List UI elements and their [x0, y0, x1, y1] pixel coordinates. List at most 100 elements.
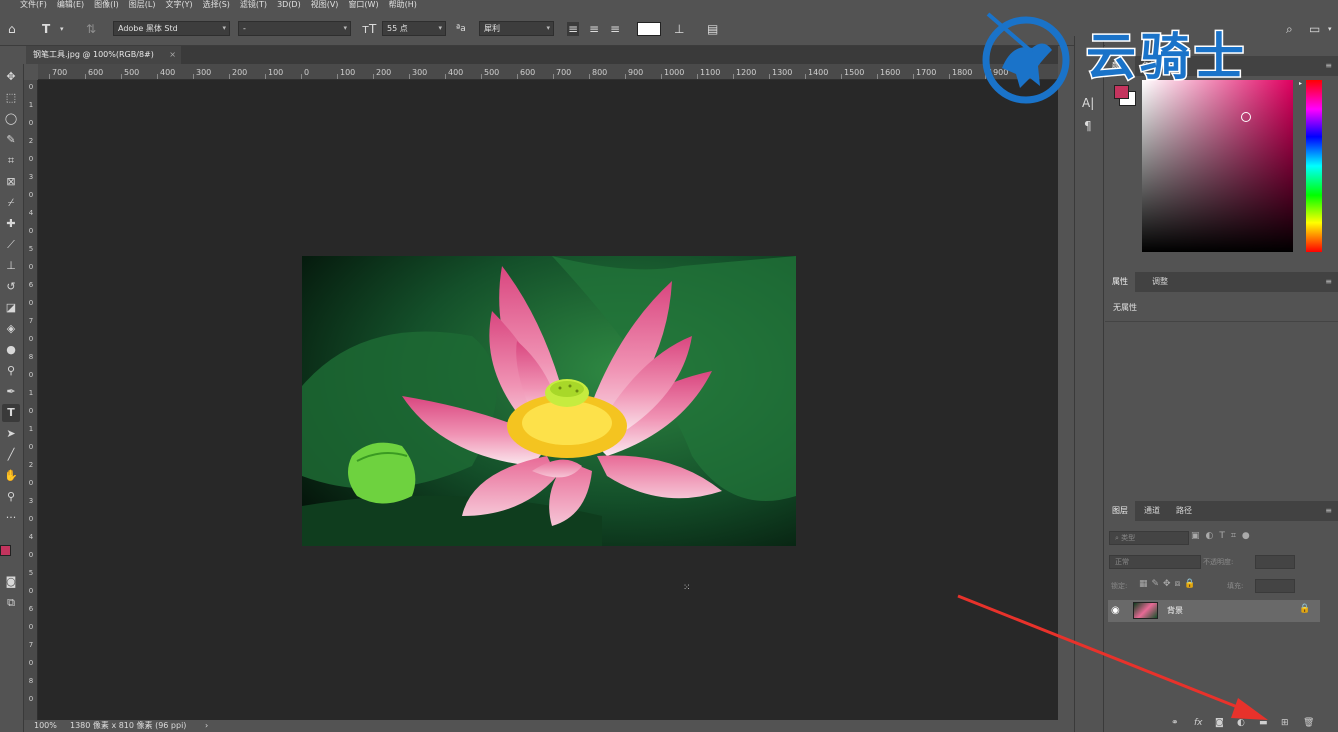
menu-layer[interactable]: 图层(L)	[129, 0, 156, 10]
ruler-v-tick-label: 0	[28, 335, 34, 343]
history-brush-tool-icon[interactable]: ↺	[2, 278, 20, 296]
close-icon[interactable]: ×	[169, 46, 176, 63]
blur-tool-icon[interactable]: ●	[2, 341, 20, 359]
screen-mode-icon[interactable]: ⧉	[2, 594, 20, 612]
workspace-chevron-icon[interactable]: ▾	[1328, 22, 1332, 36]
ruler-h-tick-mark	[769, 74, 770, 79]
align-right-icon[interactable]: ≡	[610, 22, 620, 36]
hue-slider-handle-icon[interactable]: ▸	[1299, 80, 1302, 87]
menu-view[interactable]: 视图(V)	[311, 0, 339, 10]
ruler-v-tick-label: 0	[28, 623, 34, 631]
ruler-v-tick-label: 0	[28, 155, 34, 163]
line-tool-icon[interactable]: ╱	[2, 446, 20, 464]
paragraph-icon[interactable]: ¶	[1084, 119, 1092, 133]
warp-text-icon[interactable]: ⊥	[674, 22, 684, 36]
menu-image[interactable]: 图像(I)	[94, 0, 119, 10]
type-tool-icon[interactable]: T	[42, 22, 50, 36]
layer-filter-icons[interactable]: ▣◐T⌗●	[1191, 531, 1256, 541]
menu-filter[interactable]: 滤镜(T)	[240, 0, 267, 10]
tool-preset-chevron-icon[interactable]: ▾	[60, 22, 64, 36]
lasso-tool-icon[interactable]: ◯	[2, 110, 20, 128]
menu-3d[interactable]: 3D(D)	[277, 0, 301, 10]
ruler-h-tick-mark	[913, 74, 914, 79]
tab-channels[interactable]: 通道	[1137, 501, 1167, 521]
font-size-select[interactable]: 55 点 ▾	[382, 21, 446, 36]
type-tool-icon[interactable]: T	[2, 404, 20, 422]
path-selection-tool-icon[interactable]: ➤	[2, 425, 20, 443]
pen-tool-icon[interactable]: ✒	[2, 383, 20, 401]
quick-mask-icon[interactable]: ◙	[2, 573, 20, 591]
menu-type[interactable]: 文字(Y)	[165, 0, 192, 10]
document-info: 1380 像素 x 810 像素 (96 ppi)	[70, 721, 187, 730]
ruler-v-tick-label: 5	[28, 569, 34, 577]
align-left-icon[interactable]: ≡	[567, 22, 580, 36]
align-center-icon[interactable]: ≡	[589, 22, 599, 36]
ruler-h-tick-label: 1700	[916, 68, 937, 77]
lock-icons[interactable]: ▦✎✥⧈🔒	[1139, 579, 1200, 589]
zoom-tool-icon[interactable]: ⚲	[2, 488, 20, 506]
opacity-field[interactable]	[1255, 555, 1295, 569]
text-color-swatch[interactable]	[637, 22, 661, 36]
layer-filter-select[interactable]: ⌕ 类型	[1109, 531, 1189, 545]
hue-slider[interactable]	[1306, 80, 1322, 252]
frame-tool-icon[interactable]: ⊠	[2, 173, 20, 191]
ruler-h-tick-label: 100	[268, 68, 284, 77]
quick-select-tool-icon[interactable]: ✎	[2, 131, 20, 149]
tools-panel: ✥ ⬚ ◯ ✎ ⌗ ⊠ ⌿ ✚ ⟋ ⊥ ↺ ◪ ◈ ● ⚲ ✒ T ➤ ╱ ✋ …	[0, 64, 24, 732]
zoom-level[interactable]: 100%	[34, 720, 57, 732]
delete-layer-icon[interactable]: 🗑	[1303, 718, 1314, 728]
blend-mode-select[interactable]: 正常	[1109, 555, 1201, 569]
ruler-v-tick-label: 1	[28, 389, 34, 397]
menu-file[interactable]: 文件(F)	[20, 0, 47, 10]
font-family-select[interactable]: Adobe 黑体 Std ▾	[113, 21, 230, 36]
font-style-select[interactable]: - ▾	[238, 21, 351, 36]
lock-icon[interactable]: 🔒	[1299, 604, 1310, 614]
eraser-tool-icon[interactable]: ◪	[2, 299, 20, 317]
marquee-tool-icon[interactable]: ⬚	[2, 89, 20, 107]
dodge-tool-icon[interactable]: ⚲	[2, 362, 20, 380]
ruler-h-tick-label: 300	[196, 68, 212, 77]
ruler-v-tick-label: 7	[28, 641, 34, 649]
foreground-color-swatch[interactable]	[0, 545, 11, 556]
ruler-v-tick-label: 2	[28, 461, 34, 469]
brush-tool-icon[interactable]: ⟋	[2, 236, 20, 254]
menu-edit[interactable]: 编辑(E)	[57, 0, 84, 10]
panel-menu-icon[interactable]: ≡	[1325, 56, 1332, 76]
move-tool-icon[interactable]: ✥	[2, 68, 20, 86]
panel-menu-icon[interactable]: ≡	[1325, 272, 1332, 292]
ruler-v-tick-label: 0	[28, 515, 34, 523]
ruler-h-tick-mark	[697, 74, 698, 79]
menu-select[interactable]: 选择(S)	[203, 0, 230, 10]
text-orientation-icon[interactable]: ⇅	[86, 22, 96, 36]
tab-properties[interactable]: 属性	[1105, 272, 1135, 292]
tab-paths[interactable]: 路径	[1169, 501, 1199, 521]
status-chevron-icon[interactable]: ›	[205, 720, 208, 732]
ruler-h-tick-mark	[193, 74, 194, 79]
ruler-h-tick-mark	[841, 74, 842, 79]
eyedropper-tool-icon[interactable]: ⌿	[2, 194, 20, 212]
workspace-icon[interactable]: ▭	[1309, 22, 1320, 36]
more-tools-icon[interactable]: ···	[2, 509, 20, 527]
crop-tool-icon[interactable]: ⌗	[2, 152, 20, 170]
color-picker-handle[interactable]	[1241, 112, 1251, 122]
paint-bucket-tool-icon[interactable]: ◈	[2, 320, 20, 338]
menu-help[interactable]: 帮助(H)	[389, 0, 417, 10]
tab-layers[interactable]: 图层	[1105, 501, 1135, 521]
panel-menu-icon[interactable]: ≡	[1325, 501, 1332, 521]
hand-tool-icon[interactable]: ✋	[2, 467, 20, 485]
document-tab[interactable]: 钢笔工具.jpg @ 100%(RGB/8#) ×	[26, 46, 181, 64]
antialias-select[interactable]: 犀利 ▾	[479, 21, 554, 36]
menu-window[interactable]: 窗口(W)	[348, 0, 378, 10]
home-icon[interactable]: ⌂	[8, 22, 16, 36]
lotus-image[interactable]	[302, 256, 796, 546]
ruler-v-tick-label: 3	[28, 173, 34, 181]
new-layer-icon[interactable]: ⊞	[1281, 718, 1289, 728]
clone-stamp-tool-icon[interactable]: ⊥	[2, 257, 20, 275]
ruler-v-tick-label: 1	[28, 425, 34, 433]
tab-adjustments[interactable]: 调整	[1145, 272, 1175, 292]
healing-brush-tool-icon[interactable]: ✚	[2, 215, 20, 233]
ruler-h-tick-mark	[121, 74, 122, 79]
ruler-v-tick-label: 2	[28, 137, 34, 145]
character-panel-icon[interactable]: ▤	[707, 22, 718, 36]
ruler-h-tick-label: 100	[340, 68, 356, 77]
